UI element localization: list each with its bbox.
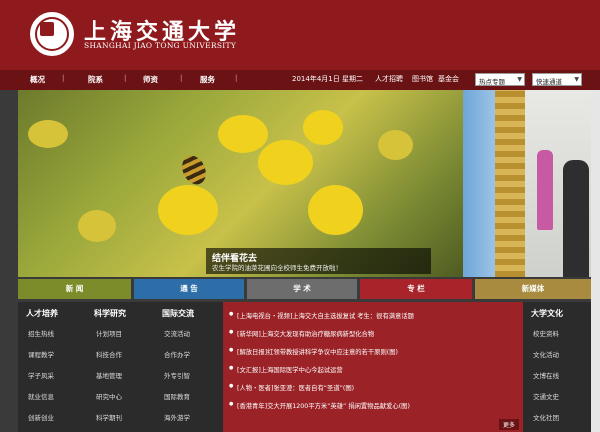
flower-blossom <box>78 210 116 242</box>
flower-blossom <box>303 110 343 145</box>
more-news-button[interactable]: 更多 <box>498 419 519 430</box>
flower-blossom <box>218 115 268 153</box>
hot-topics-select-label: 热点专题 <box>479 78 505 86</box>
column-link[interactable]: 招生热线 <box>28 328 54 338</box>
column-international: 国际交流 交流活动 合作办学 外专引智 国际教育 海外游学 <box>154 302 223 432</box>
university-seal-icon[interactable] <box>30 12 74 56</box>
column-link[interactable]: 学子风采 <box>28 370 54 380</box>
hot-topics-select[interactable]: 热点专题 ▼ <box>475 73 525 86</box>
column-link[interactable]: 就业信息 <box>28 391 54 401</box>
flower-blossom <box>308 185 363 235</box>
flower-blossom <box>158 185 218 235</box>
column-link[interactable]: 创新创业 <box>28 412 54 422</box>
library-photo <box>495 90 525 277</box>
quick-access-select-label: 快速通道 <box>536 78 562 86</box>
vertical-scrollbar[interactable] <box>591 90 600 432</box>
column-link[interactable]: 合作办学 <box>164 349 190 359</box>
column-link[interactable]: 科技合作 <box>96 349 122 359</box>
people-photo <box>525 90 591 277</box>
column-talent-training: 人才培养 招生热线 课程教学 学子风采 就业信息 创新创业 <box>18 302 86 432</box>
nav-item-services[interactable]: 服务 <box>200 74 215 85</box>
column-link[interactable]: 文博在线 <box>533 370 559 380</box>
news-item[interactable]: [新华网]上海交大发现有助治疗糖尿病新型化合物 <box>229 329 374 338</box>
site-header: 上海交通大学 SHANGHAI JIAO TONG UNIVERSITY <box>0 0 600 70</box>
quick-access-select[interactable]: 快速通道 ▼ <box>532 73 582 86</box>
tab-academic[interactable]: 学 术 <box>247 279 357 299</box>
news-item[interactable]: [香港青年]交大开展1200平方米“英雄” 捐闲置物品献爱心(图) <box>229 401 410 410</box>
column-link[interactable]: 国际教育 <box>164 391 190 401</box>
column-link[interactable]: 交流活动 <box>164 328 190 338</box>
news-item[interactable]: [上海电视台・视频]上海交大自主选拔复试 考生：很有满意话题 <box>229 311 414 320</box>
building-photo <box>463 90 495 277</box>
chevron-down-icon: ▼ <box>574 76 579 83</box>
tab-news[interactable]: 新 闻 <box>18 279 131 299</box>
person-figure <box>537 150 553 230</box>
nav-separator: | <box>180 74 183 82</box>
news-item[interactable]: [人物・医者]张亚澄：医者自有“圣道”(图) <box>229 383 354 392</box>
side-photo-strip[interactable] <box>463 90 591 277</box>
tab-new-media[interactable]: 新媒体 <box>475 279 591 299</box>
column-research: 科学研究 计划项目 科技合作 基地管理 研究中心 科学期刊 <box>86 302 154 432</box>
banner-caption[interactable]: 结伴看花去 农生学院的油菜花圃向全校师生免费开放啦！ <box>206 248 431 274</box>
column-heading[interactable]: 国际交流 <box>162 308 194 319</box>
current-date: 2014年4月1日 星期二 <box>292 75 363 83</box>
content-tabs: 新 闻 通 告 学 术 专 栏 新媒体 <box>18 279 591 299</box>
column-link[interactable]: 基地管理 <box>96 370 122 380</box>
column-university-culture: 大学文化 校史资料 文化活动 文博在线 交通文史 文化社团 <box>523 302 591 432</box>
nav-link-library[interactable]: 图书馆 <box>412 74 433 84</box>
hero-banner[interactable]: 结伴看花去 农生学院的油菜花圃向全校师生免费开放啦！ <box>18 90 463 277</box>
chevron-down-icon: ▼ <box>517 76 522 83</box>
column-link[interactable]: 研究中心 <box>96 391 122 401</box>
news-item[interactable]: [文汇报]上海国际医学中心今起试运营 <box>229 365 343 374</box>
main-nav: 概况 | 院系 | 师资 | 服务 | 2014年4月1日 星期二 人才招聘 图… <box>0 70 600 90</box>
column-link[interactable]: 校史资料 <box>533 328 559 338</box>
nav-separator: | <box>62 74 65 82</box>
nav-item-overview[interactable]: 概况 <box>30 74 45 85</box>
nav-link-foundation[interactable]: 基金会 <box>438 74 459 84</box>
nav-item-faculty[interactable]: 师资 <box>143 74 158 85</box>
flower-blossom <box>258 140 313 185</box>
banner-caption-subtitle[interactable]: 农生学院的油菜花圃向全校师生免费开放啦！ <box>212 262 342 272</box>
seal-core <box>40 22 54 36</box>
column-heading[interactable]: 人才培养 <box>26 308 58 319</box>
column-link[interactable]: 文化活动 <box>533 349 559 359</box>
news-list-panel: [上海电视台・视频]上海交大自主选拔复试 考生：很有满意话题 [新华网]上海交大… <box>223 302 523 432</box>
column-link[interactable]: 外专引智 <box>164 370 190 380</box>
bottom-columns: 人才培养 招生热线 课程教学 学子风采 就业信息 创新创业 科学研究 计划项目 … <box>18 302 591 432</box>
news-item[interactable]: [解放日报]红领带教授讲科学争议中应注意的若干原则(图) <box>229 347 398 356</box>
tab-columns[interactable]: 专 栏 <box>360 279 472 299</box>
column-link[interactable]: 文化社团 <box>533 412 559 422</box>
flower-blossom <box>378 130 413 160</box>
nav-separator: | <box>124 74 127 82</box>
flower-blossom <box>28 120 68 148</box>
tab-notices[interactable]: 通 告 <box>134 279 244 299</box>
university-name-en[interactable]: SHANGHAI JIAO TONG UNIVERSITY <box>84 41 236 50</box>
nav-link-recruitment[interactable]: 人才招聘 <box>375 74 403 84</box>
column-link[interactable]: 课程教学 <box>28 349 54 359</box>
column-link[interactable]: 计划项目 <box>96 328 122 338</box>
nav-item-departments[interactable]: 院系 <box>88 74 103 85</box>
person-figure <box>563 160 589 277</box>
column-heading[interactable]: 大学文化 <box>531 308 563 319</box>
column-link[interactable]: 科学期刊 <box>96 412 122 422</box>
column-link[interactable]: 海外游学 <box>164 412 190 422</box>
nav-separator: | <box>235 74 238 82</box>
bee-image <box>177 151 211 189</box>
column-link[interactable]: 交通文史 <box>533 391 559 401</box>
column-heading[interactable]: 科学研究 <box>94 308 126 319</box>
